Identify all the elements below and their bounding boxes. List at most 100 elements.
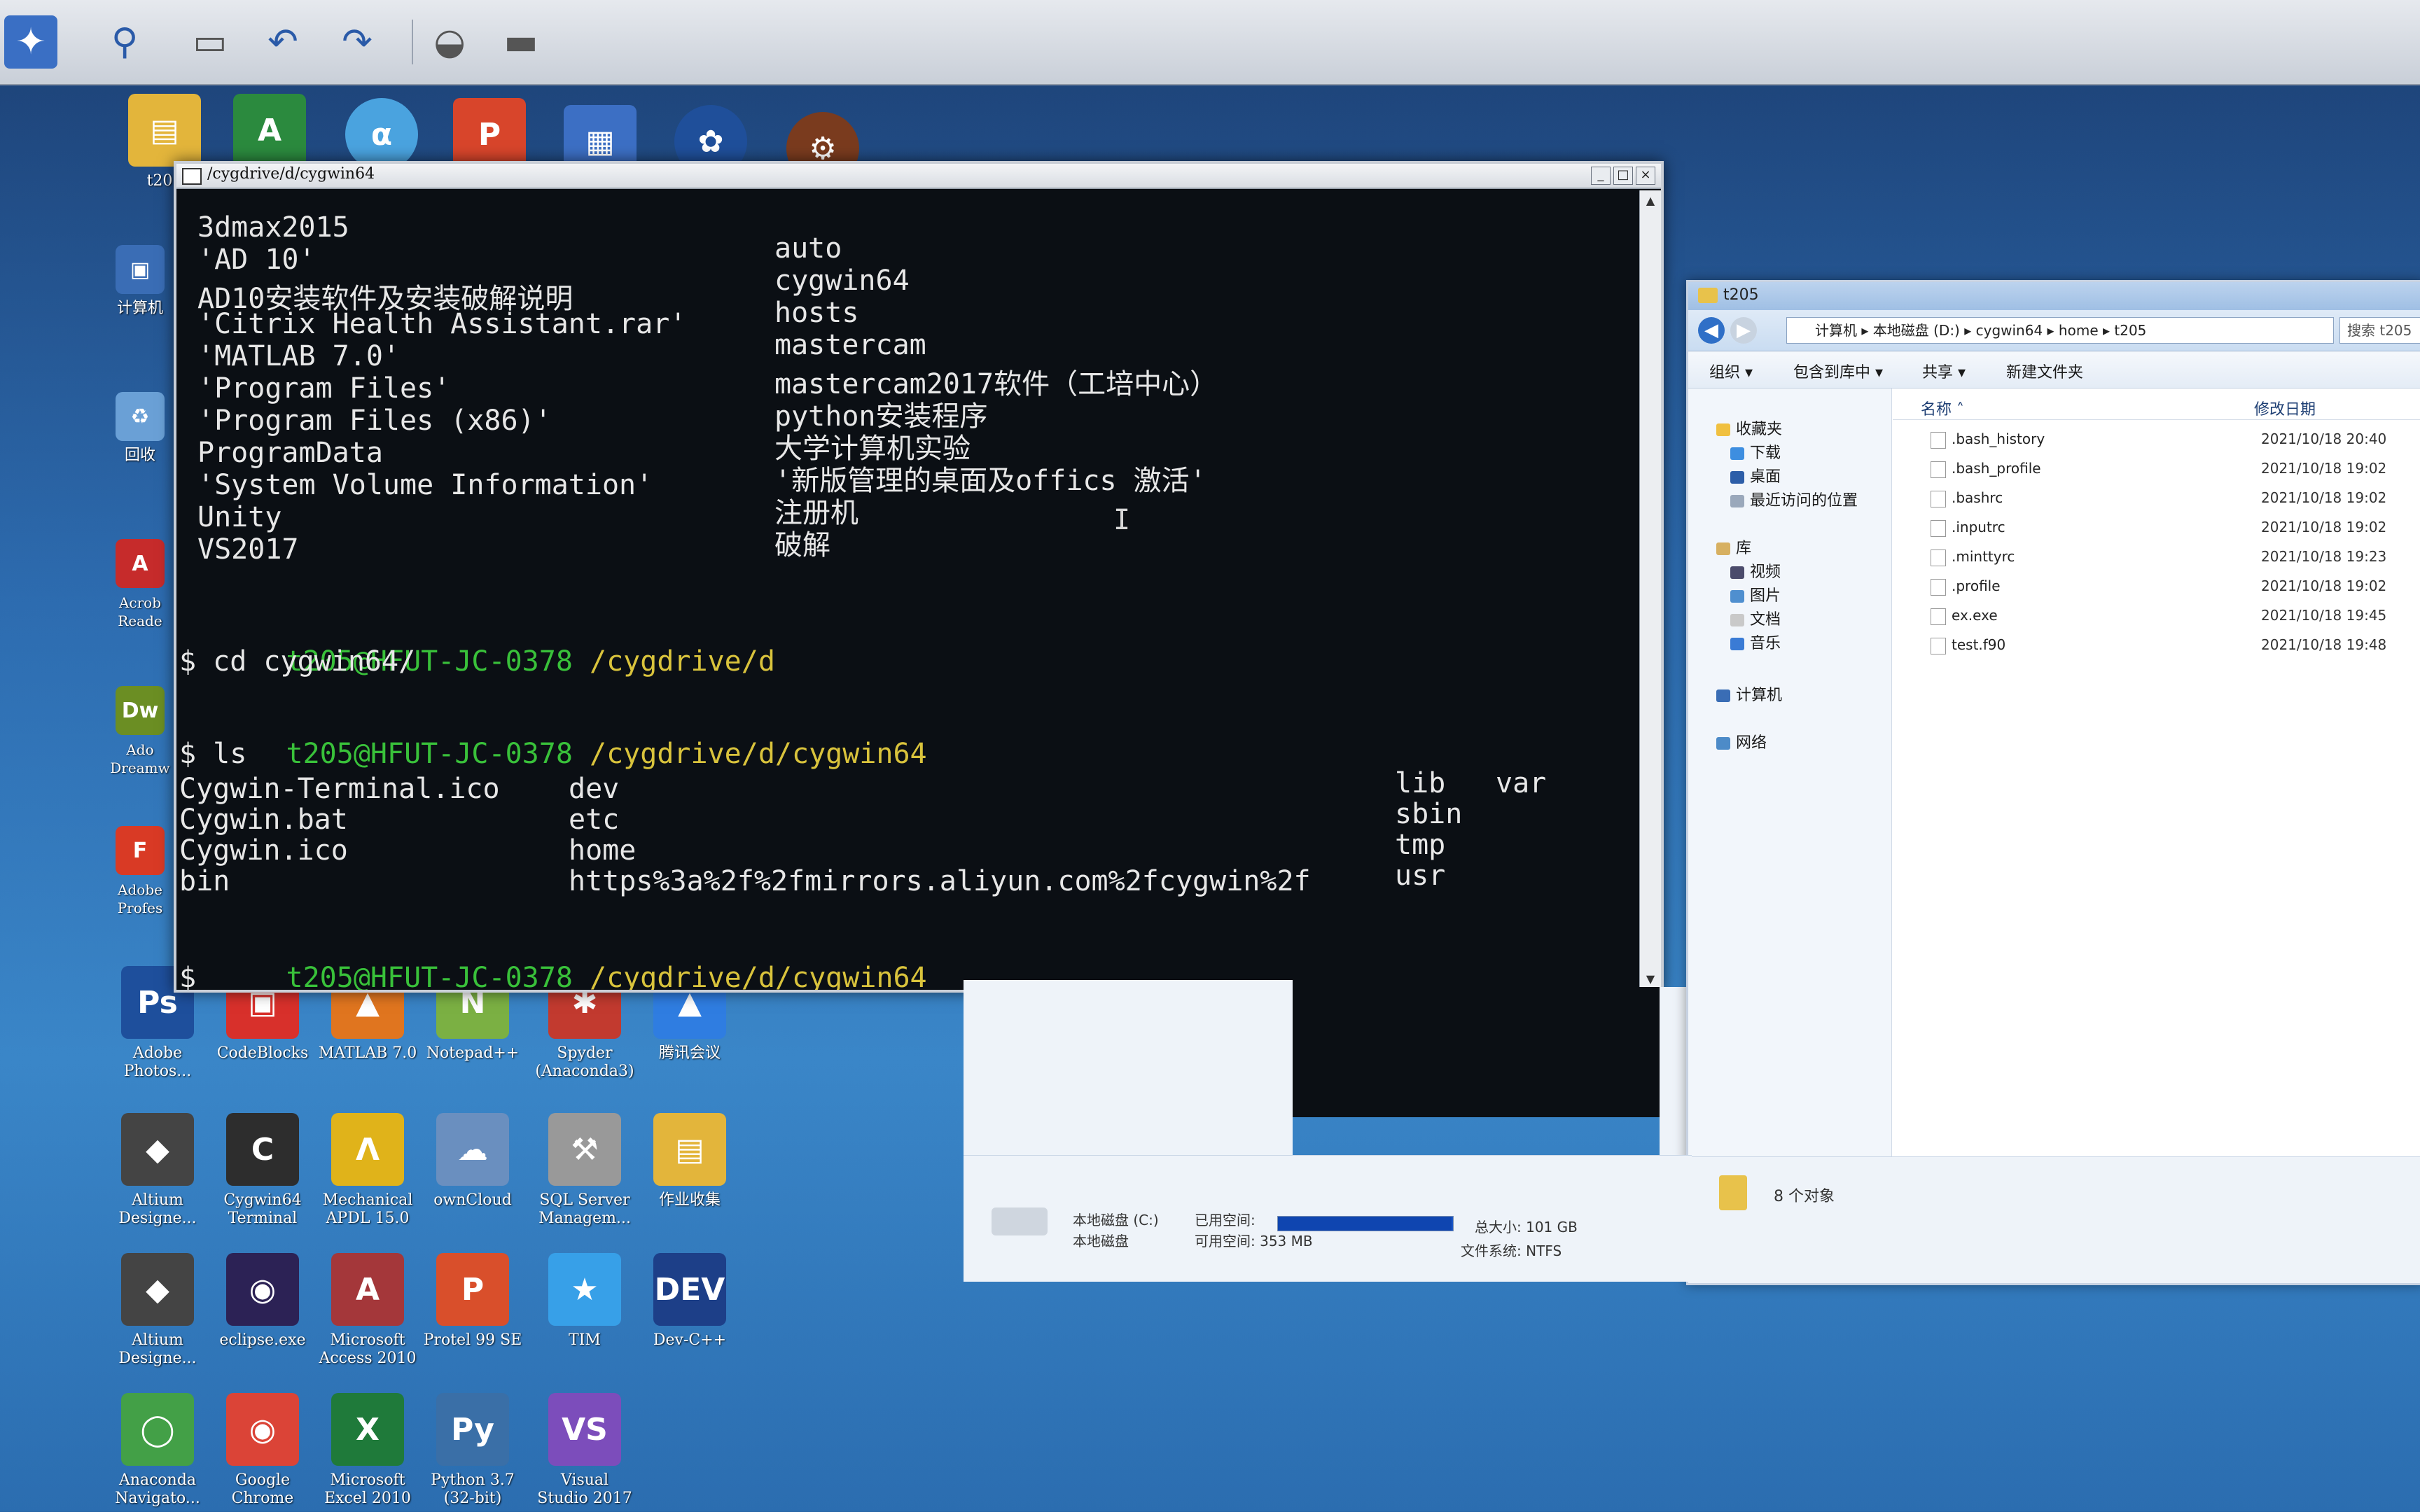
nav-favorites[interactable]: 收藏夹: [1716, 416, 1782, 439]
desktop-icon-visual-studio[interactable]: VS Visual Studio 2017: [532, 1393, 637, 1512]
star-icon: [1716, 424, 1730, 436]
name-column-header[interactable]: 名称 ˄: [1921, 397, 1964, 419]
nav-pictures[interactable]: 图片: [1730, 583, 1781, 606]
access-icon: A: [331, 1253, 404, 1326]
share-button[interactable]: 共享 ▾: [1922, 360, 1966, 382]
desktop-icon-devcpp[interactable]: DEV Dev-C++: [637, 1253, 742, 1372]
desktop-icon-mechanical-apdl[interactable]: Λ Mechanical APDL 15.0: [315, 1113, 420, 1232]
cygwin-terminal-window[interactable]: /cygdrive/d/cygwin64 _ □ × t205@HFUT-JC-…: [174, 161, 1664, 993]
desktop-icon-acrobat[interactable]: A Acrob Reade: [105, 539, 175, 658]
nav-library[interactable]: 库: [1716, 536, 1751, 558]
desktop-icon-altium-1[interactable]: ◆ Altium Designe...: [105, 1113, 210, 1232]
maximize-button[interactable]: □: [1613, 167, 1633, 185]
desktop-icon-label: Altium Designe...: [118, 1191, 197, 1227]
minimize-button[interactable]: _: [1591, 167, 1611, 185]
file-row[interactable]: .minttyrc 2021/10/18 19:23: [1893, 542, 2420, 570]
desktop-icon-python[interactable]: Py Python 3.7 (32-bit): [420, 1393, 525, 1512]
desktop-icon-sql-server[interactable]: ⚒ SQL Server Managem...: [532, 1113, 637, 1232]
undo-icon[interactable]: ↶: [256, 15, 310, 69]
prompt-path: /cygdrive/d: [590, 645, 775, 678]
download-icon: [1730, 447, 1744, 460]
desktop-icon-label: TIM: [569, 1331, 601, 1349]
new-folder-button[interactable]: 新建文件夹: [2006, 360, 2083, 382]
explorer-titlebar[interactable]: t205: [1688, 282, 2420, 310]
file-row[interactable]: test.f90 2021/10/18 19:48: [1893, 631, 2420, 659]
dreamweaver-icon: Dw: [116, 686, 165, 735]
back-icon[interactable]: ◀: [1698, 317, 1725, 344]
desktop-icon-adobe-f[interactable]: F Adobe Profes: [105, 826, 175, 945]
desktop-icon-homework-folder[interactable]: ▤ 作业收集: [637, 1113, 742, 1232]
listing-entry: 'AD 10': [197, 244, 316, 276]
file-name: .bashrc: [1952, 489, 2003, 506]
nav-computer[interactable]: 计算机: [1716, 682, 1782, 705]
nav-recent[interactable]: 最近访问的位置: [1730, 488, 1858, 510]
desktop-icon-tim[interactable]: ★ TIM: [532, 1253, 637, 1372]
desktop-icon-dreamweaver[interactable]: Dw Ado Dreamw: [105, 686, 175, 805]
listing-entry: Unity: [197, 501, 282, 533]
active-prompt[interactable]: $: [179, 962, 196, 990]
organize-button[interactable]: 组织 ▾: [1709, 360, 1753, 382]
terminal-titlebar[interactable]: /cygdrive/d/cygwin64 _ □ ×: [176, 164, 1661, 189]
search-input[interactable]: 搜索 t205: [2339, 317, 2420, 344]
scroll-up-icon[interactable]: ▲: [1640, 190, 1661, 211]
terminal-scrollbar[interactable]: ▲ ▼: [1639, 190, 1661, 990]
camera-icon[interactable]: ◒: [423, 15, 476, 69]
desktop-icon-label: 回收: [124, 447, 155, 464]
nav-network[interactable]: 网络: [1716, 730, 1767, 752]
explorer-file-list: 名称 ˄ 修改日期 .bash_history 2021/10/18 20:40.…: [1893, 388, 2420, 1157]
desktop-icon-recycle-bin[interactable]: ♻ 回收: [105, 392, 175, 511]
desktop-icon-label: ownCloud: [433, 1191, 512, 1209]
nav-documents[interactable]: 文档: [1730, 607, 1781, 629]
close-button[interactable]: ×: [1636, 167, 1655, 185]
total-size-label: 总大小:: [1475, 1219, 1522, 1236]
date-column-header[interactable]: 修改日期: [2254, 397, 2316, 419]
file-row[interactable]: .bashrc 2021/10/18 19:02: [1893, 484, 2420, 512]
desktop-icon-label: SQL Server Managem...: [538, 1191, 631, 1227]
command-line-2: $ ls: [179, 738, 247, 770]
nav-videos[interactable]: 视频: [1730, 559, 1781, 582]
document-icon: [1730, 614, 1744, 626]
desktop-icon-cygwin-terminal[interactable]: C Cygwin64 Terminal: [210, 1113, 315, 1232]
desktop-icon-label: CodeBlocks: [216, 1044, 309, 1062]
nav-downloads[interactable]: 下载: [1730, 440, 1781, 463]
desktop-icon-excel[interactable]: X Microsoft Excel 2010: [315, 1393, 420, 1512]
address-input[interactable]: 计算机 ▸ 本地磁盘 (D:) ▸ cygwin64 ▸ home ▸ t205: [1786, 317, 2334, 344]
desktop-icon-altium-2[interactable]: ◆ Altium Designe...: [105, 1253, 210, 1372]
file-row[interactable]: .profile 2021/10/18 19:02: [1893, 572, 2420, 600]
file-date: 2021/10/18 19:45: [2261, 607, 2387, 624]
file-date: 2021/10/18 19:02: [2261, 519, 2387, 536]
desktop-icon-anaconda[interactable]: ◯ Anaconda Navigato...: [105, 1393, 210, 1512]
desktop-icon-protel[interactable]: P Protel 99 SE: [420, 1253, 525, 1372]
desktop-icon-computer[interactable]: ▣ 计算机: [105, 245, 175, 364]
protel-icon: P: [436, 1253, 509, 1326]
file-row[interactable]: .bash_history 2021/10/18 20:40: [1893, 425, 2420, 453]
file-row[interactable]: ex.exe 2021/10/18 19:45: [1893, 601, 2420, 629]
zoom-icon[interactable]: ⚲: [98, 15, 151, 69]
file-row[interactable]: .inputrc 2021/10/18 19:02: [1893, 513, 2420, 541]
nav-desktop[interactable]: 桌面: [1730, 464, 1781, 486]
desktop-icon-access[interactable]: A Microsoft Access 2010: [315, 1253, 420, 1372]
column-headers: 名称 ˄ 修改日期: [1893, 388, 2420, 420]
file-date: 2021/10/18 19:02: [2261, 578, 2387, 594]
desktop-icon-owncloud[interactable]: ☁ ownCloud: [420, 1113, 525, 1232]
listing-entry: 'System Volume Information': [197, 469, 653, 501]
file-explorer-window[interactable]: t205 ◀ ▶ 计算机 ▸ 本地磁盘 (D:) ▸ cygwin64 ▸ ho…: [1686, 280, 2420, 1285]
file-row[interactable]: .bash_profile 2021/10/18 19:02: [1893, 454, 2420, 482]
file-system-value: NTFS: [1526, 1242, 1562, 1259]
prompt-user: t205@HFUT-JC-0378: [286, 962, 573, 990]
ls-entry: Cygwin-Terminal.ico: [179, 773, 500, 805]
file-date: 2021/10/18 19:02: [2261, 489, 2387, 506]
redo-icon[interactable]: ↷: [331, 15, 384, 69]
window-icon[interactable]: ▭: [183, 15, 237, 69]
include-in-library-button[interactable]: 包含到库中 ▾: [1793, 360, 1883, 382]
desktop-icon-eclipse[interactable]: ◉ eclipse.exe: [210, 1253, 315, 1372]
nav-music[interactable]: 音乐: [1730, 631, 1781, 653]
desktop-icon-chrome[interactable]: ◉ Google Chrome: [210, 1393, 315, 1512]
visual-studio-icon: VS: [548, 1393, 621, 1466]
remote-logo-icon[interactable]: ✦: [4, 15, 57, 69]
toolbar-separator: [412, 20, 413, 64]
monitor-icon[interactable]: ▬: [494, 15, 548, 69]
terminal-output[interactable]: t205@HFUT-JC-0378 /cygdrive/d $ cd cygwi…: [176, 190, 1640, 990]
network-icon: [1716, 737, 1730, 750]
forward-icon[interactable]: ▶: [1730, 317, 1757, 344]
